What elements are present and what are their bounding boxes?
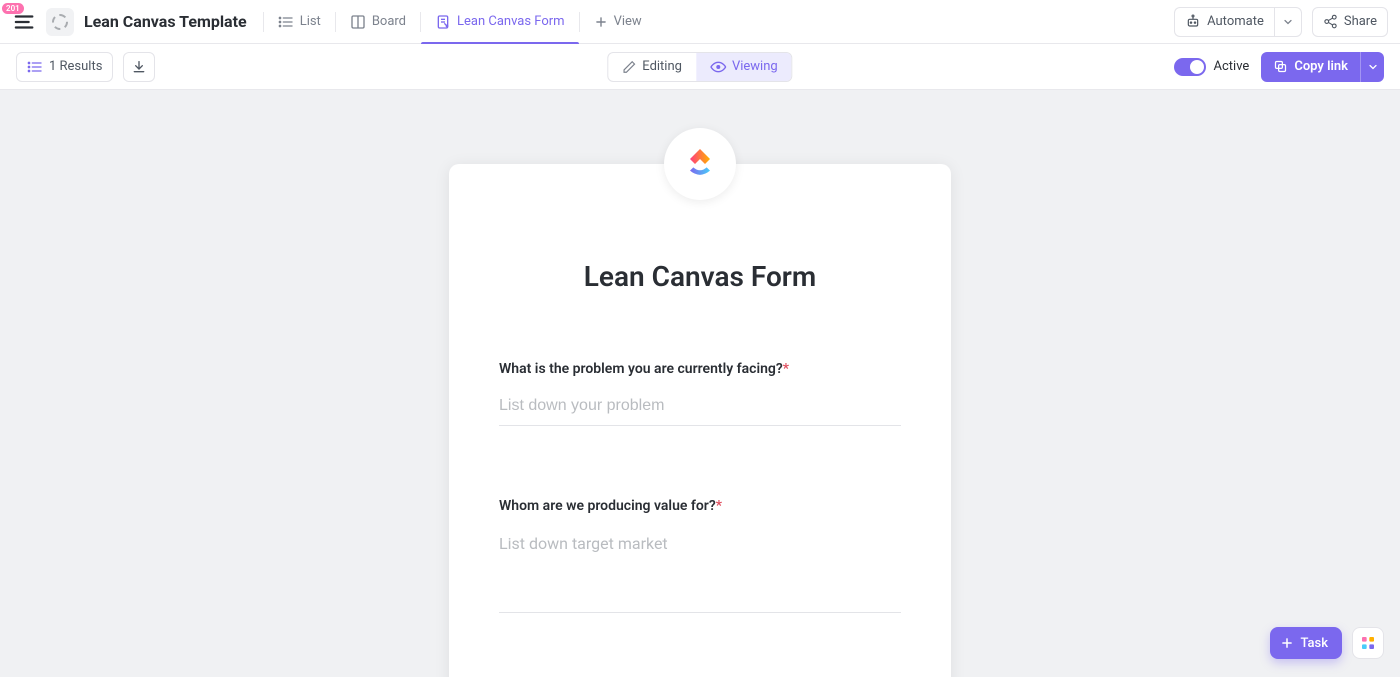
viewing-segment[interactable]: Viewing (696, 53, 792, 81)
active-label: Active (1214, 59, 1250, 74)
button-label: Task (1300, 636, 1328, 651)
chevron-down-icon (1282, 16, 1294, 28)
copy-link-dropdown[interactable] (1360, 52, 1384, 82)
button-label: 1 Results (49, 59, 102, 74)
tab-list[interactable]: List (264, 0, 335, 44)
editing-segment[interactable]: Editing (608, 53, 696, 81)
field-label-problem: What is the problem you are currently fa… (499, 361, 901, 377)
apps-button[interactable] (1352, 627, 1384, 659)
button-label: Share (1344, 14, 1377, 29)
segment-label: Editing (642, 59, 682, 74)
share-button[interactable]: Share (1312, 7, 1388, 37)
form-icon (435, 14, 451, 30)
form-logo (664, 128, 736, 200)
segment-label: Viewing (732, 59, 778, 74)
tab-label: View (614, 14, 642, 29)
active-switch[interactable] (1174, 58, 1206, 76)
copy-link-icon (1273, 59, 1288, 74)
results-button[interactable]: 1 Results (16, 52, 113, 82)
button-label: Automate (1207, 14, 1264, 29)
new-task-button[interactable]: Task (1270, 627, 1342, 659)
tab-board[interactable]: Board (336, 0, 420, 44)
list-icon (27, 59, 43, 75)
hamburger-menu-button[interactable]: 201 (12, 9, 38, 35)
chevron-down-icon (1367, 61, 1379, 73)
form-title: Lean Canvas Form (499, 260, 901, 293)
apps-icon (1360, 635, 1376, 651)
field-label-value-for: Whom are we producing value for?* (499, 498, 901, 514)
page-title: Lean Canvas Template (84, 12, 247, 31)
dashed-circle-icon (52, 14, 68, 30)
automate-button[interactable]: Automate (1174, 7, 1274, 37)
board-icon (350, 14, 366, 30)
plus-icon (1280, 636, 1294, 650)
tab-label: Lean Canvas Form (457, 14, 565, 29)
eye-icon (710, 59, 726, 75)
robot-icon (1185, 14, 1201, 30)
tab-lean-canvas-form[interactable]: Lean Canvas Form (421, 0, 579, 44)
field-input-value-for[interactable] (499, 528, 901, 613)
copy-link-button[interactable]: Copy link (1261, 52, 1360, 82)
tab-label: Board (372, 14, 406, 29)
automate-dropdown[interactable] (1274, 7, 1302, 37)
list-icon (278, 14, 294, 30)
tab-label: List (300, 14, 321, 29)
button-label: Copy link (1294, 59, 1348, 74)
tab-add-view[interactable]: View (580, 0, 656, 44)
pencil-icon (622, 60, 636, 74)
download-button[interactable] (123, 52, 155, 82)
edit-view-toggle: Editing Viewing (607, 52, 792, 82)
form-card: Lean Canvas Form What is the problem you… (449, 164, 951, 677)
field-input-problem[interactable] (499, 391, 901, 426)
download-icon (131, 59, 147, 75)
clickup-logo-icon (680, 144, 720, 184)
share-icon (1323, 14, 1338, 29)
template-icon-chip (46, 8, 74, 36)
notifications-badge: 201 (2, 3, 24, 15)
plus-icon (594, 15, 608, 29)
